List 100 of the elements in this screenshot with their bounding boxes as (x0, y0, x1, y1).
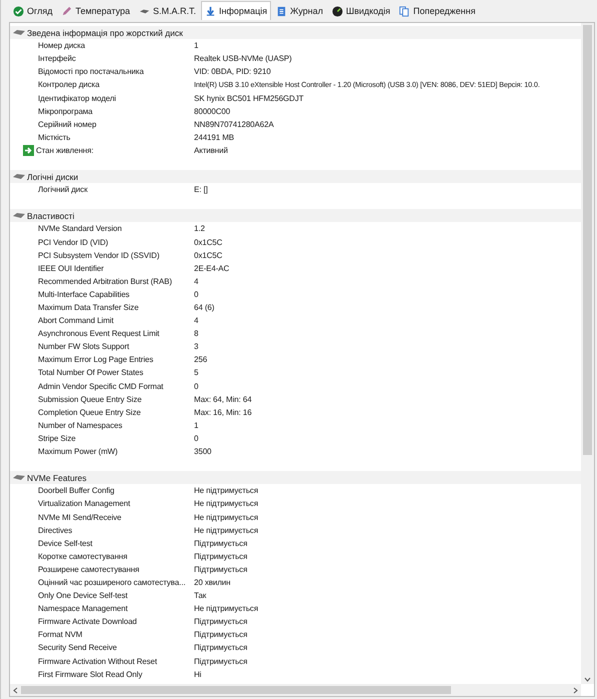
property-label: Only One Device Self-test (38, 591, 128, 600)
gauge-icon (332, 6, 343, 16)
property-value: 0x1C5C (194, 238, 224, 247)
property-label: Контролер диска (38, 80, 100, 90)
property-value: 3500 (194, 447, 212, 456)
property-label: Format NVM (38, 630, 82, 640)
property-value: Активний (194, 146, 229, 155)
property-label: Directives (38, 526, 72, 535)
scrollbar-thumb[interactable] (21, 686, 451, 694)
property-label: NVMe MI Send/Receive (38, 512, 122, 522)
property-label: IEEE OUI Identifier (38, 264, 104, 273)
property-label: Admin Vendor Specific CMD Format (38, 382, 164, 391)
property-value: Не підтримується (194, 499, 260, 508)
property-value: SK hynix BC501 HFM256GDJT (194, 94, 305, 103)
property-label: Security Send Receive (38, 643, 117, 652)
property-value: Не підтримується (194, 604, 260, 614)
property-label: PCI Subsystem Vendor ID (SSVID) (38, 250, 160, 260)
property-value: 1.2 (194, 224, 206, 234)
property-value: 3 (194, 342, 200, 352)
property-value: 0 (194, 290, 200, 299)
property-label: Number of Namespaces (38, 420, 122, 430)
tab[interactable]: Інформація (201, 1, 272, 20)
property-label: Maximum Power (mW) (38, 447, 118, 456)
scrollbar-thumb[interactable] (583, 25, 592, 455)
property-label: Doorbell Buffer Config (38, 486, 114, 496)
property-value: Max: 16, Min: 16 (194, 408, 253, 417)
section-title: Властивості (27, 210, 74, 221)
property-value: Підтримується (194, 617, 248, 626)
property-label: Ідентифікатор моделі (38, 94, 116, 103)
tab[interactable]: Огляд (9, 1, 56, 20)
property-label: Virtualization Management (38, 499, 130, 508)
tab[interactable]: Швидкодія (328, 1, 394, 20)
property-label: Multi-Interface Capabilities (38, 290, 130, 299)
property-label: Stripe Size (38, 434, 76, 443)
property-value: Підтримується (194, 552, 248, 561)
property-value: 4 (194, 316, 200, 326)
property-value: E: [] (194, 185, 209, 194)
tab[interactable]: Попередження (395, 1, 480, 20)
property-label: Номер диска (38, 41, 86, 50)
tab[interactable]: S.M.A.R.T. (134, 1, 200, 20)
property-value: NN89N70741280A62A (194, 120, 275, 129)
tab[interactable]: Температура (57, 1, 134, 20)
property-value: Ні (194, 670, 202, 679)
section-title: NVMe Features (27, 472, 87, 483)
property-value: 0x1C5C (194, 250, 224, 260)
property-label: Серійний номер (38, 120, 96, 129)
property-value: 0 (194, 382, 200, 391)
property-value: Realtek USB-NVMe (UASP) (194, 54, 293, 64)
section-title: Логічні диски (27, 172, 78, 182)
property-label: Оцінний час розширеного самотестува... (38, 578, 186, 587)
vertical-scrollbar[interactable] (581, 23, 594, 684)
property-label: Відомості про постачальника (38, 67, 144, 76)
property-label: Maximum Data Transfer Size (38, 303, 139, 312)
property-label: Abort Command Limit (38, 316, 114, 326)
property-value: Підтримується (194, 643, 248, 652)
property-label: Стан живлення: (36, 146, 94, 155)
property-value: VID: 0BDA, PID: 9210 (194, 67, 272, 76)
property-value: Підтримується (194, 564, 248, 574)
property-value: 64 (6) (194, 303, 216, 312)
property-label: Логічний диск (38, 185, 88, 194)
property-label: Total Number Of Power States (38, 368, 144, 378)
property-label: NVMe Standard Version (38, 224, 122, 234)
tab[interactable]: Журнал (272, 1, 327, 20)
property-value: 20 хвилин (194, 578, 232, 587)
property-value: 244191 MB (194, 132, 236, 142)
property-label: Namespace Management (38, 604, 128, 614)
section-title: Зведена інформація про жорсткий диск (27, 28, 183, 38)
property-label: Maximum Error Log Page Entries (38, 355, 154, 364)
property-value: 80000C00 (194, 106, 232, 116)
property-value: Підтримується (194, 630, 248, 640)
property-value: Підтримується (194, 538, 248, 548)
property-value: 2E-E4-AC (194, 264, 230, 273)
property-value: Так (194, 591, 208, 600)
property-value: Не підтримується (194, 512, 260, 522)
property-value: 8 (194, 329, 200, 338)
document-icon (276, 6, 288, 16)
property-value: 256 (194, 355, 208, 364)
horizontal-scrollbar[interactable] (10, 684, 581, 696)
property-label: Recommended Arbitration Burst (RAB) (38, 276, 172, 286)
property-value: Не підтримується (194, 486, 260, 496)
property-value: 1 (194, 41, 200, 50)
property-value: 0 (194, 434, 200, 443)
property-value: 1 (194, 420, 200, 430)
copy-icon (399, 6, 410, 16)
property-label: Коротке самотестування (38, 552, 128, 561)
arrow-icon (23, 144, 34, 156)
property-label: Submission Queue Entry Size (38, 394, 142, 404)
property-label: Мікропрограма (38, 106, 93, 116)
property-label: Asynchronous Event Request Limit (38, 329, 160, 338)
property-label: Розширене самотестування (38, 564, 140, 574)
property-value: 4 (194, 276, 200, 286)
property-value: 5 (194, 368, 200, 378)
property-label: First Firmware Slot Read Only (38, 670, 142, 679)
property-label: Місткість (38, 132, 70, 142)
property-label: Firmware Activate Download (38, 617, 137, 626)
property-label: PCI Vendor ID (VID) (38, 238, 108, 247)
property-label: Firmware Activation Without Reset (38, 656, 157, 666)
property-label: Device Self-test (38, 538, 92, 548)
property-value: Max: 64, Min: 64 (194, 394, 253, 404)
check-icon (13, 6, 24, 16)
